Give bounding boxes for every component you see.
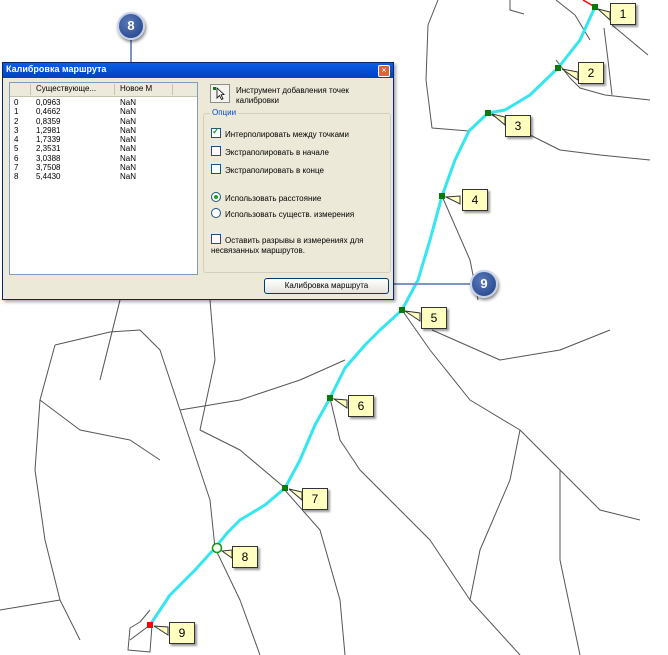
new-m-value: NaN — [120, 163, 137, 173]
new-m-value: NaN — [120, 153, 137, 163]
route-point-6 — [327, 395, 333, 401]
keep-gaps-checkbox[interactable]: Оставить разрывы в измерениях для несвяз… — [211, 234, 383, 256]
route-point-8[interactable] — [211, 542, 223, 554]
dialog-titlebar[interactable]: Калибровка маршрута × — [3, 63, 393, 78]
extrapolate-start-label: Экстраполировать в начале — [225, 148, 329, 157]
route-point-5 — [399, 307, 405, 313]
radio-unselected-icon — [211, 208, 221, 218]
table-row[interactable]: 4 1,7339 NaN — [10, 135, 197, 144]
existing-m-value: 0,8359 — [36, 116, 61, 126]
route-point-2 — [555, 65, 561, 71]
row-index: 5 — [14, 144, 19, 154]
interpolate-checkbox[interactable]: Интерполировать между точками — [211, 126, 349, 139]
column-header-new[interactable]: Новое M — [120, 84, 152, 93]
map-callout-8: 8 — [232, 546, 258, 568]
route-point-7 — [282, 485, 288, 491]
row-index: 6 — [14, 153, 19, 163]
map-callout-1: 1 — [610, 3, 636, 25]
calibrate-route-button[interactable]: Калибровка маршрута — [264, 278, 389, 294]
existing-m-value: 3,0388 — [36, 153, 61, 163]
options-legend: Опции — [210, 108, 239, 117]
existing-m-value: 0,0963 — [36, 98, 61, 107]
header-separator — [30, 84, 31, 95]
row-index: 2 — [14, 116, 19, 126]
new-m-value: NaN — [120, 125, 137, 135]
table-row[interactable]: 6 3,0388 NaN — [10, 154, 197, 163]
header-separator — [172, 84, 173, 95]
interpolate-label: Интерполировать между точками — [225, 130, 349, 139]
table-row[interactable]: 5 2,3531 NaN — [10, 144, 197, 153]
table-row[interactable]: 7 3,7508 NaN — [10, 163, 197, 172]
map-callout-4: 4 — [462, 189, 488, 211]
row-index: 3 — [14, 125, 19, 135]
new-m-value: NaN — [120, 107, 137, 117]
radio-selected-icon — [211, 192, 221, 202]
table-row[interactable]: 0 0,0963 NaN — [10, 98, 197, 107]
row-index: 1 — [14, 107, 19, 117]
step-badge-8: 8 — [117, 12, 145, 40]
new-m-value: NaN — [120, 116, 137, 126]
map-callout-3: 3 — [505, 115, 531, 137]
extrapolate-end-checkbox[interactable]: Экстраполировать в конце — [211, 164, 324, 175]
extrapolate-start-checkbox[interactable]: Экстраполировать в начале — [211, 146, 329, 157]
calibration-points-table[interactable]: Существующе... Новое M 0 0,0963 NaN 1 0,466… — [9, 82, 198, 275]
options-group: Опции Интерполировать между точками Экст… — [203, 108, 391, 273]
calibrate-route-dialog: Калибровка маршрута × Существующе... Нов… — [2, 62, 394, 300]
table-row[interactable]: 8 5,4430 NaN — [10, 172, 197, 181]
step-badge-9: 9 — [470, 270, 498, 298]
table-row[interactable]: 1 0,4662 NaN — [10, 107, 197, 116]
extrapolate-end-label: Экстраполировать в конце — [225, 166, 324, 175]
new-m-value: NaN — [120, 135, 137, 145]
map-callout-6: 6 — [348, 395, 374, 417]
row-index: 8 — [14, 172, 19, 182]
add-calibration-point-tool-button[interactable] — [210, 84, 230, 103]
new-m-value: NaN — [120, 144, 137, 154]
row-index: 4 — [14, 135, 19, 145]
tool-label: Инструмент добавления точек калибровки — [236, 86, 349, 105]
route-point-1 — [592, 4, 598, 10]
existing-m-value: 1,7339 — [36, 135, 61, 145]
close-icon[interactable]: × — [378, 65, 390, 77]
route-end-point[interactable] — [147, 622, 153, 628]
row-index: 0 — [14, 98, 19, 107]
map-callout-2: 2 — [578, 62, 604, 84]
route-point-4 — [439, 193, 445, 199]
existing-m-value: 5,4430 — [36, 172, 61, 182]
existing-m-value: 1,2981 — [36, 125, 61, 135]
route-point-3 — [485, 110, 491, 116]
column-header-existing[interactable]: Существующе... — [36, 84, 96, 93]
table-row[interactable]: 2 0,8359 NaN — [10, 117, 197, 126]
checkbox-checked-icon — [211, 126, 221, 138]
checkbox-unchecked-icon — [211, 234, 221, 244]
use-distance-radio[interactable]: Использовать расстояние — [211, 192, 321, 203]
use-existing-label: Использовать существ. измерения — [225, 210, 355, 219]
table-header: Существующе... Новое M — [10, 83, 197, 97]
map-callout-9: 9 — [169, 622, 195, 644]
new-m-value: NaN — [120, 172, 137, 182]
header-separator — [114, 84, 115, 95]
dialog-title: Калибровка маршрута — [6, 64, 107, 74]
existing-m-value: 0,4662 — [36, 107, 61, 117]
table-body: 0 0,0963 NaN 1 0,4662 NaN 2 0,8359 NaN 3 1,2981… — [10, 98, 197, 182]
existing-m-value: 3,7508 — [36, 163, 61, 173]
new-m-value: NaN — [120, 98, 137, 107]
map-callout-5: 5 — [421, 307, 447, 329]
existing-m-value: 2,3531 — [36, 144, 61, 154]
use-distance-label: Использовать расстояние — [225, 194, 322, 203]
keep-gaps-label: Оставить разрывы в измерениях для несвяз… — [211, 236, 364, 255]
table-row[interactable]: 3 1,2981 NaN — [10, 126, 197, 135]
use-existing-measures-radio[interactable]: Использовать существ. измерения — [211, 208, 354, 219]
cursor-point-icon — [213, 87, 225, 101]
checkbox-unchecked-icon — [211, 146, 221, 156]
row-index: 7 — [14, 163, 19, 173]
checkbox-unchecked-icon — [211, 164, 221, 174]
map-callout-7: 7 — [302, 488, 328, 510]
